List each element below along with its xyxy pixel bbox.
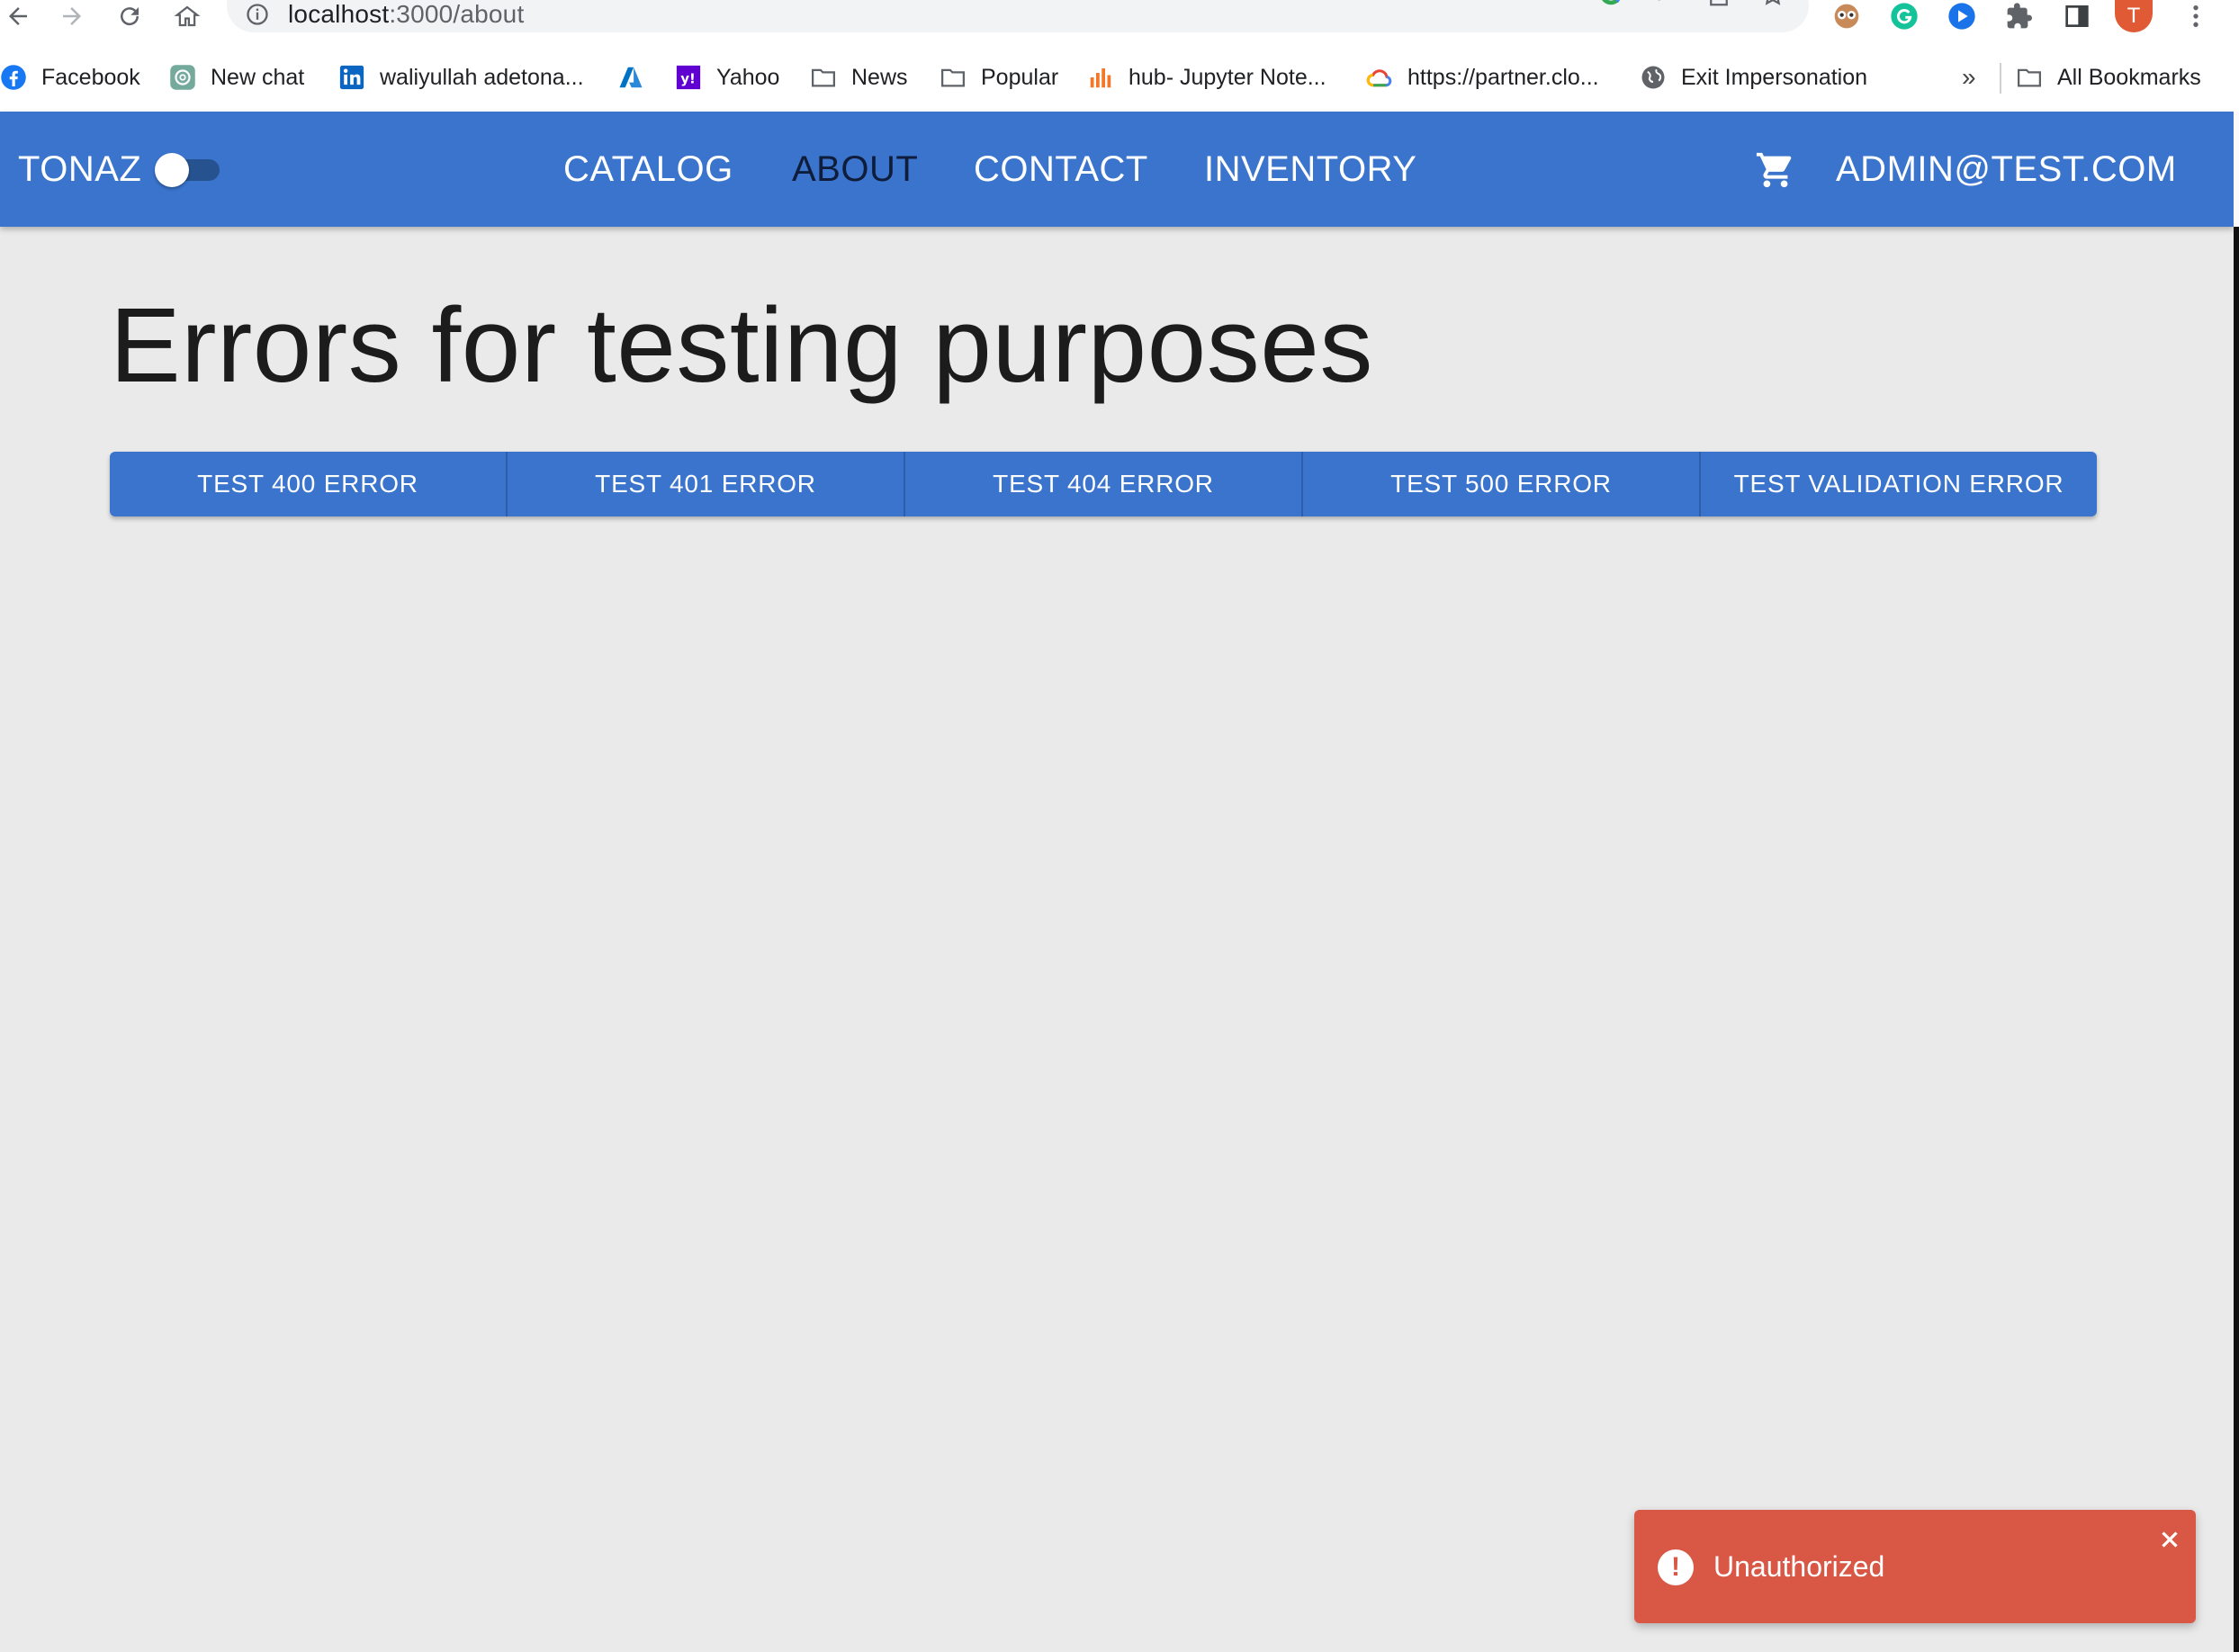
nav-catalog[interactable]: CATALOG [563, 112, 733, 227]
nav-about[interactable]: ABOUT [792, 112, 918, 227]
bookmark-folder-popular[interactable]: Popular [940, 56, 1058, 99]
cart-icon[interactable] [1755, 149, 1796, 191]
yahoo-icon: y! [675, 64, 702, 91]
extensions-puzzle-icon[interactable] [2001, 0, 2037, 32]
cloud-icon [1366, 64, 1393, 91]
url-host: localhost [288, 0, 390, 28]
grammarly-icon[interactable] [1886, 0, 1922, 32]
side-panel-icon[interactable] [2059, 0, 2095, 32]
all-bookmarks-label: All Bookmarks [2057, 64, 2201, 90]
app-bar: TONAZ CATALOG ABOUT CONTACT INVENTORY AD… [0, 112, 2234, 227]
password-key-icon[interactable] [1647, 0, 1683, 11]
reload-icon[interactable] [112, 0, 148, 32]
google-lens-icon[interactable] [1593, 0, 1629, 11]
bookmark-label: Popular [981, 64, 1059, 90]
bookmark-jupyter[interactable]: hub- Jupyter Note... [1087, 56, 1326, 99]
test-validation-error-button[interactable]: TEST VALIDATION ERROR [1701, 452, 2097, 516]
test-500-error-button[interactable]: TEST 500 ERROR [1303, 452, 1701, 516]
url-text[interactable]: localhost:3000/about [288, 0, 524, 29]
facebook-icon [0, 64, 27, 91]
page-title: Errors for testing purposes [110, 286, 1373, 405]
error-icon: ! [1658, 1549, 1694, 1585]
bookmark-azure[interactable] [617, 56, 659, 99]
browser-toolbar: localhost:3000/about T [0, 0, 2239, 32]
site-info-icon[interactable] [245, 2, 270, 27]
user-menu-button[interactable]: ADMIN@TEST.COM [1836, 112, 2177, 227]
test-400-error-button[interactable]: TEST 400 ERROR [110, 452, 508, 516]
azure-icon [617, 64, 644, 91]
bookmark-label: New chat [211, 64, 305, 90]
browser-menu-icon[interactable] [2178, 0, 2214, 32]
folder-icon [2016, 64, 2043, 91]
bookmark-label: News [851, 64, 908, 90]
switch-thumb [155, 153, 189, 187]
devtools-edge [2234, 227, 2239, 1652]
extension-owl-icon[interactable] [1829, 0, 1865, 32]
bookmark-linkedin[interactable]: waliyullah adetona... [338, 56, 584, 99]
folder-icon [810, 64, 837, 91]
bookmark-exit-impersonation[interactable]: Exit Impersonation [1640, 56, 1867, 99]
nav-contact[interactable]: CONTACT [974, 112, 1148, 227]
bookmark-label: Exit Impersonation [1681, 64, 1868, 90]
bookmark-partner-cloud[interactable]: https://partner.clo... [1366, 56, 1599, 99]
test-404-error-button[interactable]: TEST 404 ERROR [905, 452, 1303, 516]
bookmarks-overflow-button[interactable]: » [1962, 56, 1976, 99]
folder-icon [940, 64, 967, 91]
globe-icon [1640, 64, 1667, 91]
bookmarks-divider [2000, 63, 2001, 94]
bookmarks-bar: Facebook New chat waliyullah adetona... … [0, 56, 2239, 99]
forward-icon[interactable] [54, 0, 90, 32]
brand-title[interactable]: TONAZ [18, 112, 141, 227]
screen-recorder-icon[interactable] [1944, 0, 1980, 32]
bookmark-label: https://partner.clo... [1407, 64, 1599, 90]
bookmark-new-chat[interactable]: New chat [169, 56, 304, 99]
bookmark-label: Facebook [41, 64, 140, 90]
back-icon[interactable] [0, 0, 36, 32]
close-icon[interactable] [2156, 1526, 2183, 1553]
share-icon[interactable] [1701, 0, 1737, 11]
toast-message: Unauthorized [1713, 1549, 1885, 1583]
all-bookmarks-button[interactable]: All Bookmarks [2016, 56, 2201, 99]
url-path: :3000/about [389, 0, 525, 28]
bookmark-star-icon[interactable] [1755, 0, 1791, 11]
bookmark-facebook[interactable]: Facebook [0, 56, 140, 99]
window-edge [2234, 112, 2239, 227]
test-401-error-button[interactable]: TEST 401 ERROR [508, 452, 905, 516]
browser-chrome: localhost:3000/about T Facebook New chat… [0, 0, 2239, 112]
bookmark-yahoo[interactable]: y! Yahoo [675, 56, 779, 99]
theme-toggle-switch[interactable] [155, 153, 225, 187]
bookmark-label: waliyullah adetona... [380, 64, 584, 90]
chart-icon [1087, 64, 1114, 91]
profile-avatar[interactable]: T [2115, 0, 2153, 32]
openai-icon [169, 64, 196, 91]
bookmark-label: Yahoo [716, 64, 780, 90]
address-bar[interactable]: localhost:3000/about [227, 0, 1809, 32]
error-toast: ! Unauthorized [1634, 1510, 2196, 1623]
nav-inventory[interactable]: INVENTORY [1204, 112, 1416, 227]
linkedin-icon [338, 64, 365, 91]
error-button-group: TEST 400 ERROR TEST 401 ERROR TEST 404 E… [110, 452, 2097, 516]
svg-text:y!: y! [680, 70, 696, 86]
bookmark-label: hub- Jupyter Note... [1128, 64, 1326, 90]
bookmark-folder-news[interactable]: News [810, 56, 908, 99]
home-icon[interactable] [169, 0, 205, 32]
